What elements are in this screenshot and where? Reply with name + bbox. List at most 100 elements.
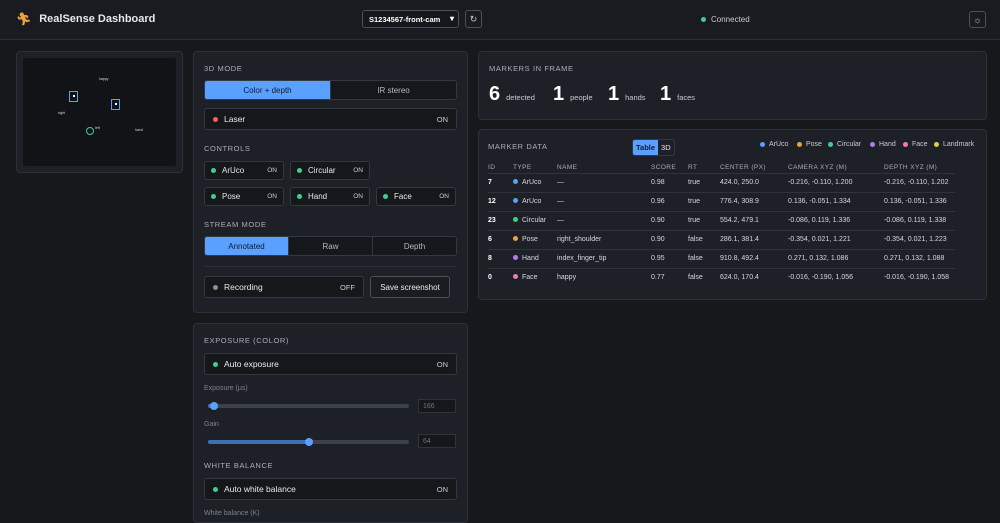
3d-mode-option-color-depth[interactable]: Color + depth [205,81,331,99]
save-screenshot-button[interactable]: Save screenshot [370,276,450,298]
cell-name: right_shoulder [557,229,651,249]
exposure-panel: EXPOSURE (COLOR) Auto exposure ON Exposu… [193,323,468,523]
stream-option-annotated[interactable]: Annotated [205,237,289,255]
cell-center: 776.4, 308.9 [720,191,788,211]
refresh-icon: ↻ [469,13,478,24]
laser-state: ON [436,114,448,124]
auto-exposure-toggle[interactable]: Auto exposure ON [204,353,457,375]
legend-label: Circular [837,141,862,148]
exposure-label: Exposure (µs) [204,385,248,392]
cell-id: 7 [488,172,513,192]
legend-dot [760,142,765,147]
auto-white-balance-toggle[interactable]: Auto white balance ON [204,478,457,500]
connection-status-text: Connected [711,15,750,24]
cell-rt: false [688,229,720,249]
legend-label: ArUco [769,141,789,148]
gain-value-input[interactable]: 64 [418,434,456,448]
stream-option-raw[interactable]: Raw [289,237,373,255]
camera-select[interactable]: S1234567-front-cam ▾ [362,10,459,28]
exposure-slider[interactable] [208,402,409,410]
stat-detected: 6 detected [489,83,535,106]
status-dot [701,17,706,22]
theme-toggle-button[interactable]: ☼ [969,11,986,28]
status-dot [297,168,302,173]
cell-score: 0.90 [651,210,688,230]
cell-depth-xyz: 0.136, -0.051, 1.336 [884,191,955,211]
legend-item: Landmark [934,141,974,148]
status-dot [211,168,216,173]
cell-type-label: ArUco [522,198,542,205]
camera-preview[interactable]: happy right left hand [23,58,176,166]
table-row[interactable]: 23 Circular —0.90 true 554.2, 479.1 -0.086, 0… [488,210,955,230]
type-dot [513,274,518,280]
control-toggle-aruco[interactable]: ArUco ON [204,161,284,180]
slider-knob[interactable] [210,402,219,410]
section-title-markers-in-frame: MARKERS IN FRAME [489,64,574,73]
cell-type-label: Circular [522,217,547,224]
cell-name: — [557,172,651,192]
recording-toggle[interactable]: Recording OFF [204,276,364,298]
stream-option-depth[interactable]: Depth [373,237,456,255]
cell-id: 23 [488,210,513,230]
cell-name: — [557,210,651,230]
legend-item: Hand [870,141,896,148]
section-title-stream-mode: STREAM MODE [204,220,267,229]
stat-label: hands [625,93,646,102]
markers-in-frame-panel: MARKERS IN FRAME 6 detected 1 people 1 hand… [478,51,987,120]
cell-name: — [557,191,651,211]
control-label: Pose [222,192,241,201]
column-header: ID [488,163,496,171]
column-header: CAMERA XYZ (M) [788,163,848,171]
status-dot [211,194,216,199]
marker-label: left [95,126,100,130]
cell-center: 424.0, 250.0 [720,172,788,192]
control-toggle-pose[interactable]: Pose ON [204,187,284,206]
status-dot [213,361,218,367]
cell-center: 286.1, 381.4 [720,229,788,249]
cell-center: 624.0, 170.4 [720,267,788,287]
aruco-marker-box [111,99,120,110]
table-row[interactable]: 7 ArUco —0.98 true 424.0, 250.0 -0.216, -0.11… [488,172,955,192]
marker-data-table: ID TYPE NAME SCORE RT CENTER (PX) CAMERA XYZ (… [488,162,955,287]
legend-dot [934,142,939,147]
table-header: ID TYPE NAME SCORE RT CENTER (PX) CAMERA XYZ (… [488,162,955,173]
exposure-value-input[interactable]: 166 [418,399,456,413]
sun-icon: ☼ [973,14,982,25]
stat-people: 1 people [553,83,593,106]
refresh-button[interactable]: ↻ [465,10,482,28]
table-row[interactable]: 6 Pose right_shoulder 0.90 false 286.1, 381.4… [488,229,955,249]
stat-value: 1 [553,83,565,105]
laser-toggle[interactable]: Laser ON [204,108,457,130]
gain-slider[interactable] [208,438,409,446]
table-row[interactable]: 0 Face happy 0.77 false 624.0, 170.4 -0.016, -… [488,267,955,287]
cell-center: 910.8, 492.4 [720,248,788,268]
control-label: Hand [308,192,328,201]
cell-camera-xyz: 0.271, 0.132, 1.086 [788,248,884,268]
3d-mode-option-ir-stereo[interactable]: IR stereo [331,81,456,99]
view-tab-table[interactable]: Table [633,140,659,155]
cell-score: 0.77 [651,267,688,287]
stat-value: 1 [608,83,620,105]
brand: 🏃︎ RealSense Dashboard [16,12,155,26]
cell-type: ArUco [513,172,557,192]
cell-depth-xyz: -0.216, -0.110, 1.202 [884,172,955,192]
table-row[interactable]: 8 Hand index_finger_tip 0.95 false 910.8, 492… [488,248,955,268]
control-toggle-hand[interactable]: Hand ON [290,187,370,206]
cell-type: Hand [513,248,557,268]
cell-depth-xyz: 0.271, 0.132, 1.088 [884,248,955,268]
stat-label: detected [506,93,535,102]
slider-knob[interactable] [304,438,313,446]
legend-label: Landmark [943,141,975,148]
control-toggle-face[interactable]: Face ON [376,187,456,206]
legend-label: Face [912,141,928,148]
column-header: TYPE [513,163,532,171]
cell-name: happy [557,267,651,287]
legend-dot [828,142,833,147]
table-row[interactable]: 12 ArUco —0.96 true 776.4, 308.9 0.136, -0.05… [488,191,955,211]
chevron-down-icon: ▾ [449,14,454,23]
cell-score: 0.90 [651,229,688,249]
type-dot [513,179,518,184]
view-tab-3d[interactable]: 3D [658,140,674,155]
top-bar: 🏃︎ RealSense Dashboard S1234567-front-ca… [0,0,1000,40]
control-toggle-circular[interactable]: Circular ON [290,161,370,180]
